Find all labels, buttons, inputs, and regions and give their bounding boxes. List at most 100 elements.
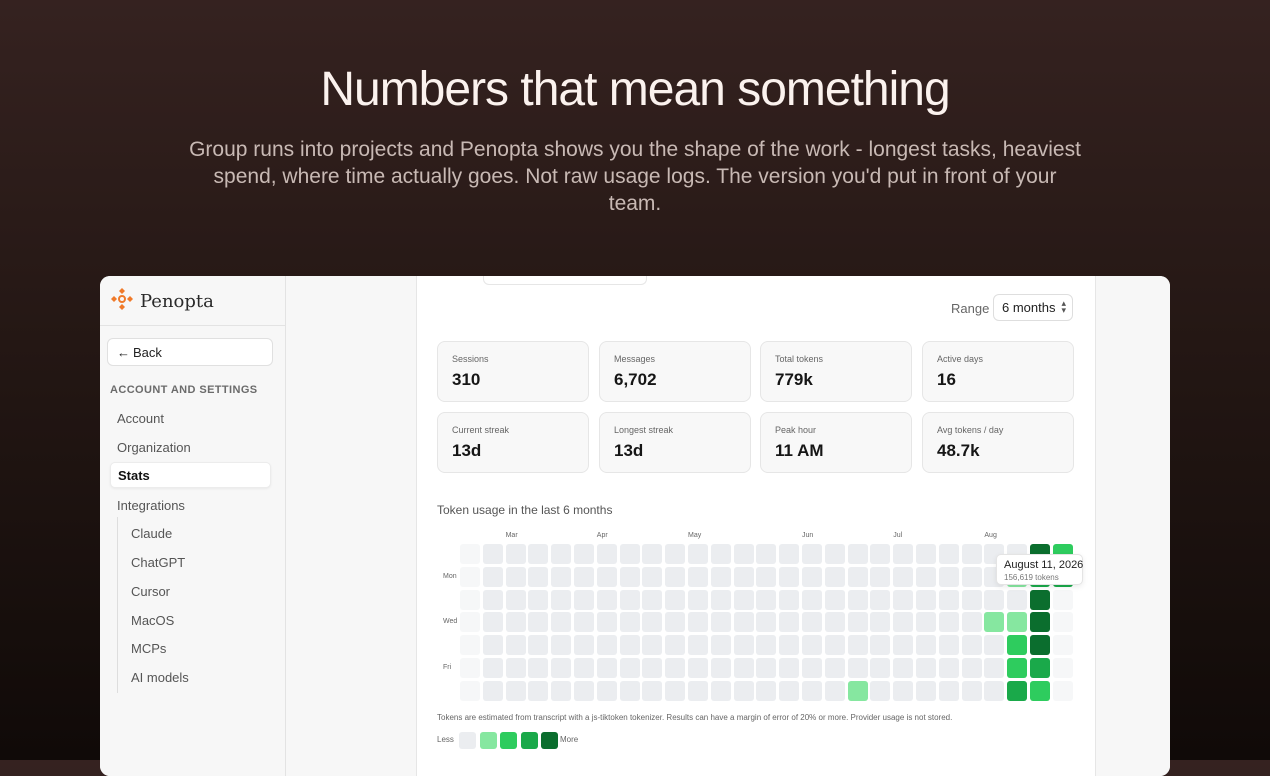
heatmap-cell[interactable] [528,658,549,678]
heatmap-cell[interactable] [482,544,503,564]
heatmap-cell[interactable] [733,612,754,633]
heatmap-cell[interactable] [505,566,526,587]
heatmap-cell[interactable] [938,612,959,633]
heatmap-cell[interactable] [665,635,686,656]
heatmap-cell[interactable] [847,612,868,633]
heatmap-cell[interactable] [710,612,731,633]
heatmap-cell[interactable] [779,680,800,701]
search-field-edge[interactable] [483,276,647,285]
heatmap-cell[interactable] [642,544,663,564]
heatmap-cell[interactable] [596,680,617,701]
heatmap-cell[interactable] [916,635,936,656]
heatmap-cell[interactable] [528,612,549,633]
heatmap-cell[interactable] [916,658,936,678]
heatmap-cell[interactable] [665,544,686,564]
sidebar-item-mcps[interactable]: MCPs [131,635,271,661]
heatmap-cell[interactable] [642,658,663,678]
heatmap-cell[interactable] [779,589,800,610]
heatmap-cell[interactable] [802,680,822,701]
heatmap-cell[interactable] [551,544,572,564]
heatmap-cell[interactable] [756,680,777,701]
heatmap-cell[interactable] [460,589,480,610]
heatmap-cell[interactable] [710,658,731,678]
heatmap-cell[interactable] [802,612,822,633]
heatmap-cell[interactable] [688,658,708,678]
heatmap-cell[interactable] [938,589,959,610]
heatmap-cell[interactable] [1030,680,1050,701]
heatmap-cell[interactable] [596,658,617,678]
heatmap-cell[interactable] [482,589,503,610]
heatmap-cell[interactable] [916,680,936,701]
heatmap-cell[interactable] [619,612,640,633]
heatmap-cell[interactable] [756,635,777,656]
heatmap-cell[interactable] [1052,612,1073,633]
heatmap-cell[interactable] [733,635,754,656]
heatmap-cell[interactable] [596,566,617,587]
heatmap-cell[interactable] [528,635,549,656]
heatmap-cell[interactable] [688,635,708,656]
heatmap-cell[interactable] [460,544,480,564]
heatmap-cell[interactable] [505,589,526,610]
heatmap-cell[interactable] [756,612,777,633]
heatmap-cell[interactable] [688,566,708,587]
heatmap-cell[interactable] [984,658,1005,678]
brand[interactable]: Penopta [110,287,214,314]
sidebar-item-macos[interactable]: MacOS [131,607,271,633]
sidebar-item-account[interactable]: Account [110,405,271,431]
heatmap-cell[interactable] [596,612,617,633]
heatmap-cell[interactable] [1030,589,1050,610]
heatmap-cell[interactable] [528,544,549,564]
heatmap-cell[interactable] [460,635,480,656]
heatmap-cell[interactable] [893,589,914,610]
back-button[interactable]: ← Back [107,338,273,366]
heatmap-cell[interactable] [870,612,891,633]
heatmap-cell[interactable] [665,566,686,587]
heatmap-cell[interactable] [596,635,617,656]
range-select[interactable]: 6 months ▴ ▾ [993,294,1073,321]
heatmap-cell[interactable] [802,635,822,656]
heatmap-cell[interactable] [961,612,982,633]
heatmap-cell[interactable] [961,566,982,587]
heatmap-cell[interactable] [916,589,936,610]
heatmap-cell[interactable] [824,612,845,633]
heatmap-cell[interactable] [574,544,594,564]
heatmap-cell[interactable] [482,612,503,633]
heatmap-cell[interactable] [779,635,800,656]
heatmap-cell[interactable] [1007,589,1028,610]
heatmap-cell[interactable] [893,658,914,678]
sidebar-item-stats[interactable]: Stats [110,462,271,488]
heatmap-cell[interactable] [1052,635,1073,656]
heatmap-cell[interactable] [551,635,572,656]
heatmap-cell[interactable] [802,589,822,610]
heatmap-cell[interactable] [870,566,891,587]
heatmap-cell[interactable] [961,680,982,701]
heatmap-cell[interactable] [1030,635,1050,656]
heatmap-cell[interactable] [528,589,549,610]
heatmap-cell[interactable] [688,544,708,564]
heatmap-cell[interactable] [847,544,868,564]
heatmap-cell[interactable] [642,635,663,656]
heatmap-cell[interactable] [574,612,594,633]
heatmap-cell[interactable] [938,566,959,587]
heatmap-cell[interactable] [893,680,914,701]
heatmap-cell[interactable] [460,680,480,701]
heatmap-cell[interactable] [802,544,822,564]
heatmap-cell[interactable] [688,589,708,610]
heatmap-cell[interactable] [1030,612,1050,633]
heatmap-cell[interactable] [710,566,731,587]
heatmap-cell[interactable] [1007,635,1028,656]
heatmap-cell[interactable] [961,635,982,656]
heatmap-cell[interactable] [665,612,686,633]
heatmap-cell[interactable] [688,612,708,633]
heatmap-cell[interactable] [1007,612,1028,633]
heatmap-cell[interactable] [961,544,982,564]
heatmap-cell[interactable] [756,566,777,587]
heatmap-cell[interactable] [619,680,640,701]
heatmap-cell[interactable] [802,658,822,678]
heatmap-cell[interactable] [824,680,845,701]
heatmap-cell[interactable] [505,612,526,633]
heatmap-cell[interactable] [802,566,822,587]
heatmap-cell[interactable] [916,566,936,587]
heatmap-cell[interactable] [710,544,731,564]
heatmap-cell[interactable] [505,680,526,701]
